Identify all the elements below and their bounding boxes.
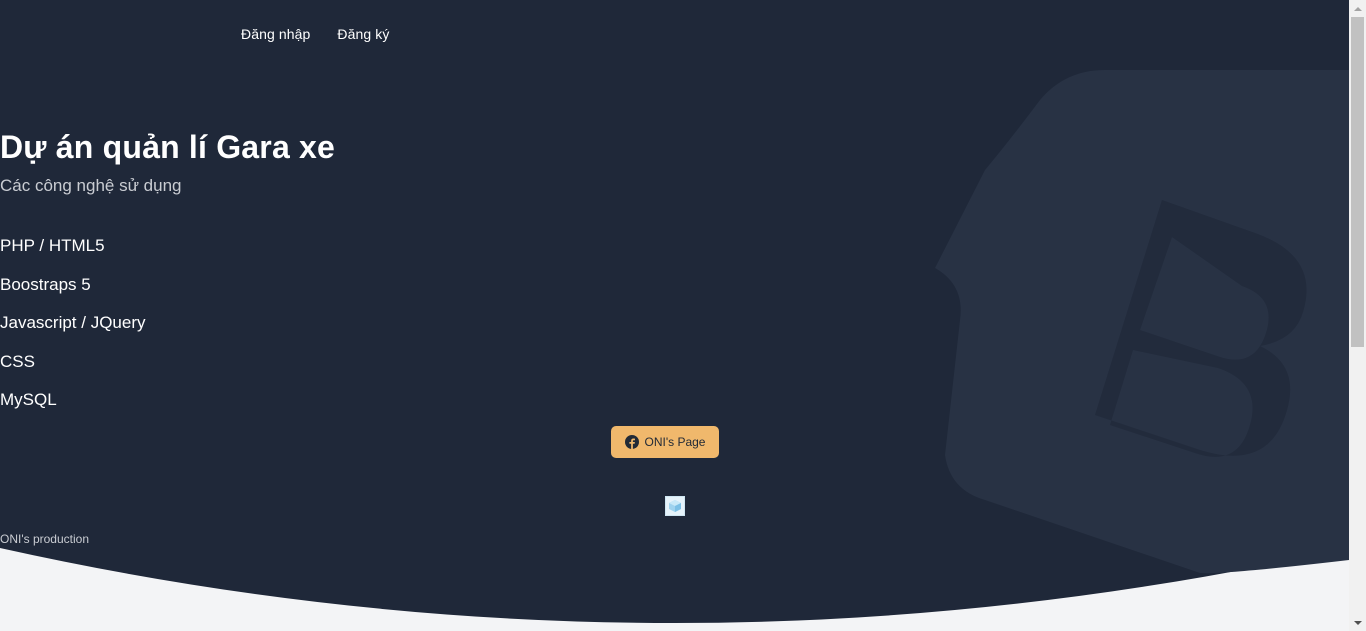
facebook-icon xyxy=(624,435,639,449)
production-logo xyxy=(665,496,685,516)
top-nav: Đăng nhập Đăng ký xyxy=(241,25,389,43)
page-subtitle: Các công nghệ sử dụng xyxy=(0,176,182,195)
register-link[interactable]: Đăng ký xyxy=(337,25,389,43)
tech-item: CSS xyxy=(0,351,35,371)
tech-item: Javascript / JQuery xyxy=(0,313,146,332)
production-credit: ONI's production xyxy=(0,532,89,546)
oni-page-button[interactable]: ONI's Page xyxy=(611,426,719,458)
tech-item: MySQL xyxy=(0,390,57,409)
oni-page-button-label: ONI's Page xyxy=(644,435,706,449)
page-title: Dự án quản lí Gara xe xyxy=(0,129,336,165)
technology-list: PHP / HTML5 Boostraps 5 Javascript / JQu… xyxy=(0,235,1349,428)
vertical-scrollbar[interactable] xyxy=(1349,0,1366,631)
scrollbar-thumb[interactable] xyxy=(1351,17,1364,347)
page: Đăng nhập Đăng ký Dự án quản lí Gara xe … xyxy=(0,0,1349,631)
tech-item: PHP / HTML5 xyxy=(0,236,105,255)
scroll-down-arrow-icon[interactable] xyxy=(1349,614,1366,631)
tech-item: Boostraps 5 xyxy=(0,274,91,294)
login-link[interactable]: Đăng nhập xyxy=(241,25,310,43)
cube-icon xyxy=(669,500,681,512)
scroll-up-arrow-icon[interactable] xyxy=(1349,0,1366,17)
